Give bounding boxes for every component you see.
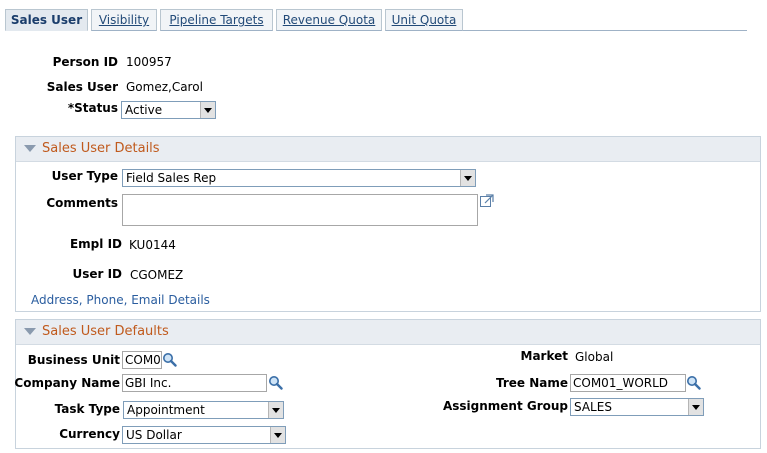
sales-user-value: Gomez,Carol	[126, 80, 203, 94]
assignment-group-value: SALES	[574, 400, 612, 414]
collapse-triangle-icon[interactable]	[24, 328, 36, 335]
empl-id-label: Empl ID	[69, 237, 122, 251]
comments-textarea[interactable]	[122, 194, 478, 226]
currency-label: Currency	[59, 427, 120, 441]
tab-label: Sales User	[10, 13, 83, 27]
collapse-triangle-icon[interactable]	[24, 145, 36, 152]
tab-sales-user[interactable]: Sales User	[5, 9, 88, 31]
status-value: Active	[125, 103, 163, 117]
company-name-label: Company Name	[14, 376, 120, 390]
tab-visibility[interactable]: Visibility	[91, 9, 157, 31]
company-name-value: GBI Inc.	[125, 376, 172, 390]
tree-name-label: Tree Name	[495, 376, 568, 390]
chevron-down-icon[interactable]	[688, 399, 703, 415]
magnifier-lookup-icon[interactable]	[268, 375, 283, 390]
business-unit-value: COM01	[125, 353, 161, 367]
tab-revenue-quota[interactable]: Revenue Quota	[276, 9, 382, 31]
chevron-down-icon[interactable]	[268, 402, 283, 418]
tab-label: Revenue Quota	[282, 13, 376, 27]
user-type-select[interactable]: Field Sales Rep	[122, 169, 476, 187]
assignment-group-select[interactable]: SALES	[570, 398, 704, 416]
address-phone-email-link[interactable]: Address, Phone, Email Details	[31, 293, 210, 307]
user-id-value: CGOMEZ	[130, 268, 184, 282]
group-header[interactable]: Sales User Details	[16, 137, 760, 162]
market-value: Global	[575, 350, 614, 364]
tab-label: Unit Quota	[391, 13, 457, 27]
business-unit-label: Business Unit	[27, 353, 120, 367]
tree-name-input[interactable]: COM01_WORLD	[570, 374, 686, 392]
tab-bar: Sales User Visibility Pipeline Targets R…	[5, 9, 762, 32]
company-name-input[interactable]: GBI Inc.	[122, 374, 267, 392]
business-unit-input[interactable]: COM01	[122, 351, 162, 369]
comments-label: Comments	[46, 196, 118, 210]
tab-label: Pipeline Targets	[169, 13, 264, 27]
user-type-value: Field Sales Rep	[126, 171, 217, 185]
currency-value: US Dollar	[126, 428, 182, 442]
task-type-value: Appointment	[127, 403, 205, 417]
group-title: Sales User Details	[42, 141, 160, 156]
magnifier-lookup-icon[interactable]	[162, 352, 177, 367]
tab-pipeline-targets[interactable]: Pipeline Targets	[160, 9, 273, 31]
currency-select[interactable]: US Dollar	[122, 426, 286, 444]
chevron-down-icon[interactable]	[460, 170, 475, 186]
sales-user-label: Sales User	[46, 80, 118, 94]
group-header[interactable]: Sales User Defaults	[16, 320, 760, 345]
group-title: Sales User Defaults	[42, 324, 169, 339]
status-label: *Status	[67, 101, 118, 115]
user-id-label: User ID	[72, 267, 122, 281]
magnifier-lookup-icon[interactable]	[686, 375, 701, 390]
tab-label: Visibility	[98, 13, 150, 27]
person-id-label: Person ID	[52, 55, 118, 69]
expand-window-icon[interactable]	[480, 194, 494, 207]
tab-unit-quota[interactable]: Unit Quota	[385, 9, 463, 31]
user-type-label: User Type	[51, 169, 118, 183]
chevron-down-icon[interactable]	[270, 427, 285, 443]
chevron-down-icon[interactable]	[200, 102, 215, 118]
task-type-label: Task Type	[54, 402, 120, 416]
tree-name-value: COM01_WORLD	[573, 376, 669, 390]
assignment-group-label: Assignment Group	[442, 399, 568, 413]
tab-baseline	[463, 30, 747, 31]
market-label: Market	[520, 349, 569, 363]
task-type-select[interactable]: Appointment	[123, 401, 284, 419]
status-select[interactable]: Active	[121, 101, 216, 119]
person-id-value: 100957	[126, 55, 172, 69]
empl-id-value: KU0144	[129, 238, 176, 252]
